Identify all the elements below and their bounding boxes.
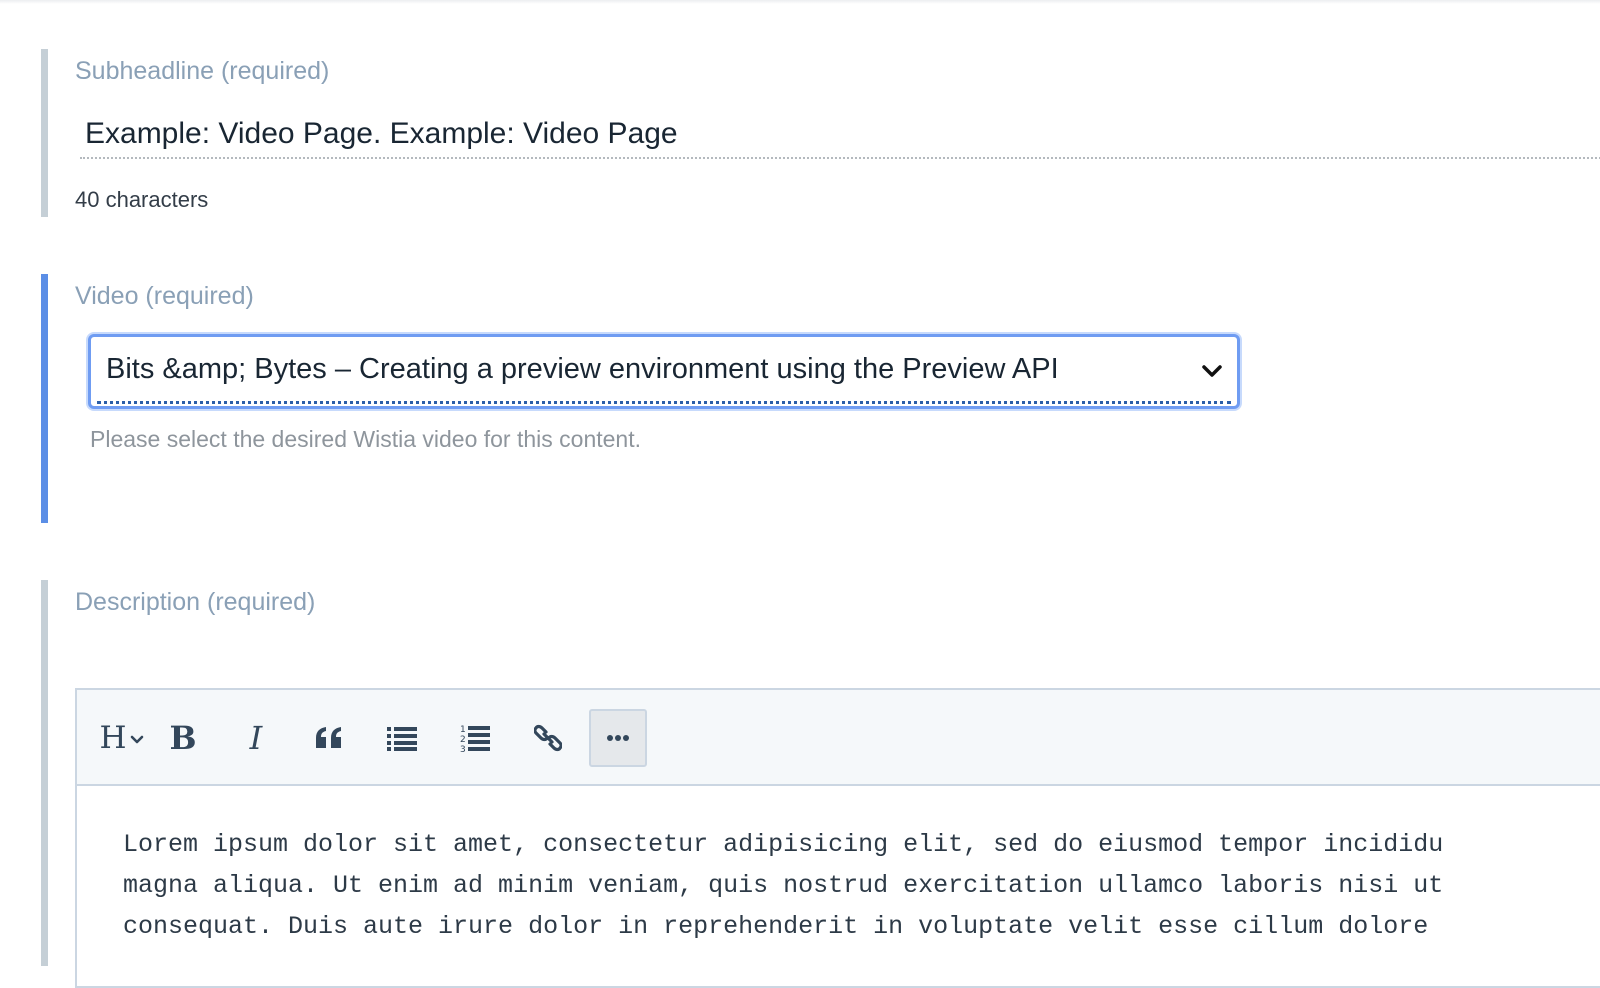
numbered-list-icon: 1 2 3 — [460, 725, 490, 753]
italic-button[interactable]: I — [228, 710, 284, 766]
editor-line: Lorem ipsum dolor sit amet, consectetur … — [123, 830, 1444, 859]
svg-text:2: 2 — [460, 735, 466, 745]
bold-button[interactable]: B — [155, 710, 211, 766]
bold-icon: B — [169, 719, 197, 757]
subheadline-input[interactable] — [80, 111, 1600, 159]
bulleted-list-button[interactable] — [374, 710, 430, 766]
more-icon — [607, 735, 629, 741]
video-select-value: Bits &amp; Bytes – Creating a preview en… — [106, 353, 1059, 385]
blockquote-button[interactable] — [301, 710, 357, 766]
video-select[interactable]: Bits &amp; Bytes – Creating a preview en… — [88, 334, 1240, 409]
blockquote-icon — [316, 727, 341, 748]
subheadline-field: Subheadline (required) 40 characters — [41, 49, 1600, 217]
italic-icon: I — [249, 719, 263, 757]
top-divider — [0, 0, 1600, 4]
video-help-text: Please select the desired Wistia video f… — [90, 426, 642, 452]
select-underline — [97, 401, 1231, 404]
more-button[interactable] — [589, 709, 647, 767]
heading-icon: H — [99, 719, 127, 756]
bulleted-list-icon — [387, 727, 417, 751]
svg-text:3: 3 — [460, 745, 466, 753]
editor-content[interactable]: Lorem ipsum dolor sit amet, consectetur … — [123, 824, 1600, 947]
heading-button[interactable]: H — [93, 710, 151, 766]
editor-line: consequat. Duis aute irure dolor in repr… — [123, 912, 1429, 941]
chevron-down-icon — [1202, 365, 1222, 377]
chevron-down-icon — [130, 735, 143, 744]
editor-toolbar: H B I 1 2 3 — [77, 690, 1600, 786]
description-label: Description (required) — [75, 588, 316, 616]
video-field: Video (required) Bits &amp; Bytes – Crea… — [41, 274, 1600, 523]
link-icon — [534, 724, 562, 752]
subheadline-label: Subheadline (required) — [75, 57, 330, 85]
character-count: 40 characters — [75, 187, 209, 212]
link-button[interactable] — [520, 710, 576, 766]
numbered-list-button[interactable]: 1 2 3 — [447, 710, 503, 766]
editor-line: magna aliqua. Ut enim ad minim veniam, q… — [123, 871, 1444, 900]
video-label: Video (required) — [75, 282, 254, 310]
svg-text:1: 1 — [460, 725, 466, 735]
